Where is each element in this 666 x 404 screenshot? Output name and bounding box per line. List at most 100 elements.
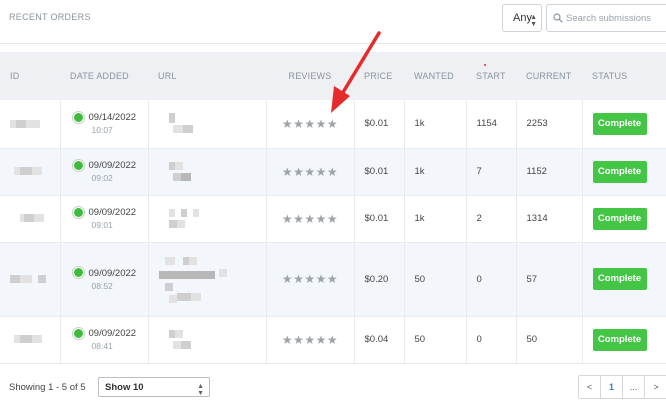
table-row: 09/09/2022 09:02 ★★★★★ $0.01 1k 7 1152 C… bbox=[0, 148, 666, 196]
column-header-start[interactable]: START bbox=[466, 52, 516, 100]
status-cell: Complete bbox=[582, 100, 666, 149]
orders-toolbar: RECENT ORDERS Any ▲ ▼ bbox=[0, 0, 666, 44]
reviews-rating[interactable]: ★★★★★ bbox=[266, 195, 355, 243]
start-cell: 0 bbox=[466, 242, 517, 317]
next-page-button[interactable]: > bbox=[645, 376, 666, 398]
price-cell: $0.01 bbox=[354, 100, 405, 149]
wanted-cell: 50 bbox=[404, 316, 467, 364]
time-value: 09:01 bbox=[91, 220, 113, 230]
status-filter-select[interactable]: Any ▲ ▼ bbox=[502, 4, 542, 32]
order-id-redacted bbox=[0, 195, 61, 243]
section-title: RECENT ORDERS bbox=[9, 12, 91, 22]
reviews-rating[interactable]: ★★★★★ bbox=[266, 242, 355, 317]
order-id-redacted bbox=[0, 316, 61, 364]
status-cell: Complete bbox=[582, 195, 666, 243]
date-value: 09/09/2022 bbox=[88, 267, 137, 279]
column-header-price[interactable]: PRICE bbox=[354, 52, 404, 100]
check-circle-icon bbox=[72, 111, 84, 123]
current-cell: 2253 bbox=[516, 100, 583, 149]
start-cell: 7 bbox=[466, 148, 517, 196]
time-value: 09:02 bbox=[91, 173, 113, 183]
url-redacted[interactable] bbox=[148, 100, 267, 149]
red-dot-mark bbox=[484, 64, 486, 66]
search-box[interactable] bbox=[546, 4, 666, 32]
status-badge[interactable]: Complete bbox=[592, 328, 647, 351]
reviews-rating[interactable]: ★★★★★ bbox=[266, 316, 355, 364]
time-value: 08:41 bbox=[91, 341, 113, 351]
date-value: 09/09/2022 bbox=[88, 207, 137, 218]
check-circle-icon bbox=[72, 159, 84, 171]
orders-table: ID DATE ADDED URL REVIEWS PRICE WANTED S… bbox=[0, 52, 666, 364]
search-input[interactable] bbox=[566, 10, 666, 26]
url-redacted[interactable] bbox=[148, 316, 267, 364]
date-added-cell: 09/09/2022 09:01 bbox=[60, 195, 149, 243]
column-header-status[interactable]: STATUS bbox=[582, 52, 666, 100]
star-rating-icon[interactable]: ★★★★★ bbox=[282, 165, 338, 179]
wanted-cell: 1k bbox=[404, 100, 467, 149]
star-rating-icon[interactable]: ★★★★★ bbox=[282, 272, 338, 286]
search-icon bbox=[553, 13, 563, 23]
column-header-wanted[interactable]: WANTED bbox=[404, 52, 466, 100]
date-added-cell: 09/14/2022 10:07 bbox=[60, 100, 149, 149]
column-header-id[interactable]: ID bbox=[0, 52, 60, 100]
column-header-date-added[interactable]: DATE ADDED bbox=[60, 52, 148, 100]
status-badge[interactable]: Complete bbox=[592, 160, 647, 183]
date-added-cell: 09/09/2022 08:52 bbox=[60, 242, 149, 317]
time-value: 08:52 bbox=[91, 280, 113, 291]
prev-page-button[interactable]: < bbox=[579, 376, 601, 398]
url-redacted[interactable] bbox=[148, 242, 267, 317]
status-cell: Complete bbox=[582, 148, 666, 196]
status-cell: Complete bbox=[582, 316, 666, 364]
page-size-select[interactable]: Show 10 ▲ ▼ bbox=[98, 377, 210, 397]
check-circle-icon bbox=[72, 327, 84, 339]
status-cell: Complete bbox=[582, 242, 666, 317]
url-redacted[interactable] bbox=[148, 195, 267, 243]
date-added-cell: 09/09/2022 08:41 bbox=[60, 316, 149, 364]
status-badge[interactable]: Complete bbox=[592, 268, 647, 290]
page-1-button[interactable]: 1 bbox=[601, 376, 623, 398]
star-rating-icon[interactable]: ★★★★★ bbox=[282, 333, 338, 347]
status-badge[interactable]: Complete bbox=[592, 207, 647, 230]
date-value: 09/09/2022 bbox=[88, 328, 137, 339]
price-cell: $0.20 bbox=[354, 242, 405, 317]
status-badge[interactable]: Complete bbox=[592, 112, 647, 135]
start-cell: 1154 bbox=[466, 100, 517, 149]
url-redacted[interactable] bbox=[148, 148, 267, 196]
current-cell: 57 bbox=[516, 242, 583, 317]
check-circle-icon bbox=[72, 206, 84, 218]
current-cell: 1314 bbox=[516, 195, 583, 243]
chevron-updown-icon: ▲ ▼ bbox=[197, 383, 204, 397]
chevron-updown-icon: ▲ ▼ bbox=[530, 14, 537, 28]
check-circle-icon bbox=[72, 267, 84, 278]
price-cell: $0.04 bbox=[354, 316, 405, 364]
table-row: 09/09/2022 08:41 ★★★★★ $0.04 50 0 50 Com… bbox=[0, 316, 666, 364]
wanted-cell: 1k bbox=[404, 148, 467, 196]
showing-count: Showing 1 - 5 of 5 bbox=[9, 382, 86, 393]
star-rating-icon[interactable]: ★★★★★ bbox=[282, 212, 338, 226]
column-header-current[interactable]: CURRENT bbox=[516, 52, 582, 100]
reviews-rating[interactable]: ★★★★★ bbox=[266, 100, 355, 149]
wanted-cell: 50 bbox=[404, 242, 467, 317]
table-row: 09/14/2022 10:07 ★★★★★ $0.01 1k 1154 225… bbox=[0, 100, 666, 149]
column-header-reviews[interactable]: REVIEWS bbox=[266, 52, 354, 100]
current-cell: 50 bbox=[516, 316, 583, 364]
order-id-redacted bbox=[0, 100, 61, 149]
time-value: 10:07 bbox=[91, 125, 113, 136]
current-cell: 1152 bbox=[516, 148, 583, 196]
order-id-redacted bbox=[0, 148, 61, 196]
date-value: 09/09/2022 bbox=[88, 160, 137, 171]
reviews-rating[interactable]: ★★★★★ bbox=[266, 148, 355, 196]
wanted-cell: 1k bbox=[404, 195, 467, 243]
date-added-cell: 09/09/2022 09:02 bbox=[60, 148, 149, 196]
ellipsis-button[interactable]: ... bbox=[623, 376, 645, 398]
start-cell: 2 bbox=[466, 195, 517, 243]
price-cell: $0.01 bbox=[354, 195, 405, 243]
table-header-row: ID DATE ADDED URL REVIEWS PRICE WANTED S… bbox=[0, 52, 666, 100]
start-cell: 0 bbox=[466, 316, 517, 364]
star-rating-icon[interactable]: ★★★★★ bbox=[282, 117, 338, 131]
orders-table-wrapper: ID DATE ADDED URL REVIEWS PRICE WANTED S… bbox=[0, 52, 666, 364]
column-header-url[interactable]: URL bbox=[148, 52, 266, 100]
page-size-value: Show 10 bbox=[105, 382, 144, 393]
table-row: 09/09/2022 08:52 ★★★★★ $0.20 50 0 57 Com… bbox=[0, 242, 666, 317]
price-cell: $0.01 bbox=[354, 148, 405, 196]
